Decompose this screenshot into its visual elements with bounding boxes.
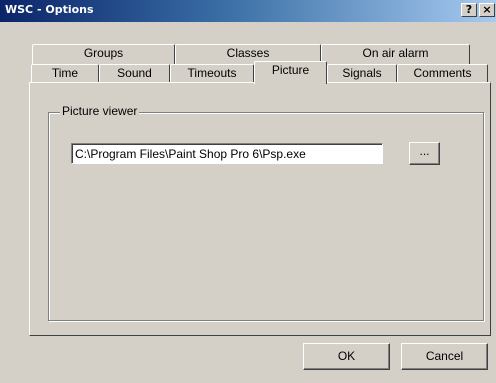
options-dialog: WSC - Options ? × Groups Classes On air … [0, 0, 496, 383]
tab-signals[interactable]: Signals [327, 64, 397, 84]
tab-time[interactable]: Time [31, 64, 99, 84]
tab-on-air-alarm[interactable]: On air alarm [321, 44, 470, 64]
tab-picture[interactable]: Picture [254, 61, 327, 84]
title-bar[interactable]: WSC - Options ? × [0, 0, 496, 22]
help-icon: ? [465, 3, 473, 16]
close-button[interactable]: × [479, 3, 495, 17]
window-title: WSC - Options [5, 3, 94, 16]
browse-button[interactable]: ... [409, 142, 440, 165]
picture-viewer-label: Picture viewer [60, 104, 140, 118]
tab-timeouts[interactable]: Timeouts [170, 64, 254, 84]
cancel-button[interactable]: Cancel [401, 343, 488, 370]
help-button[interactable]: ? [461, 3, 477, 17]
tab-sound[interactable]: Sound [99, 64, 170, 84]
tab-comments[interactable]: Comments [397, 64, 488, 84]
picture-viewer-path-input[interactable] [71, 143, 383, 164]
close-icon: × [482, 3, 492, 16]
tab-groups[interactable]: Groups [32, 44, 175, 64]
ok-button[interactable]: OK [303, 343, 390, 370]
